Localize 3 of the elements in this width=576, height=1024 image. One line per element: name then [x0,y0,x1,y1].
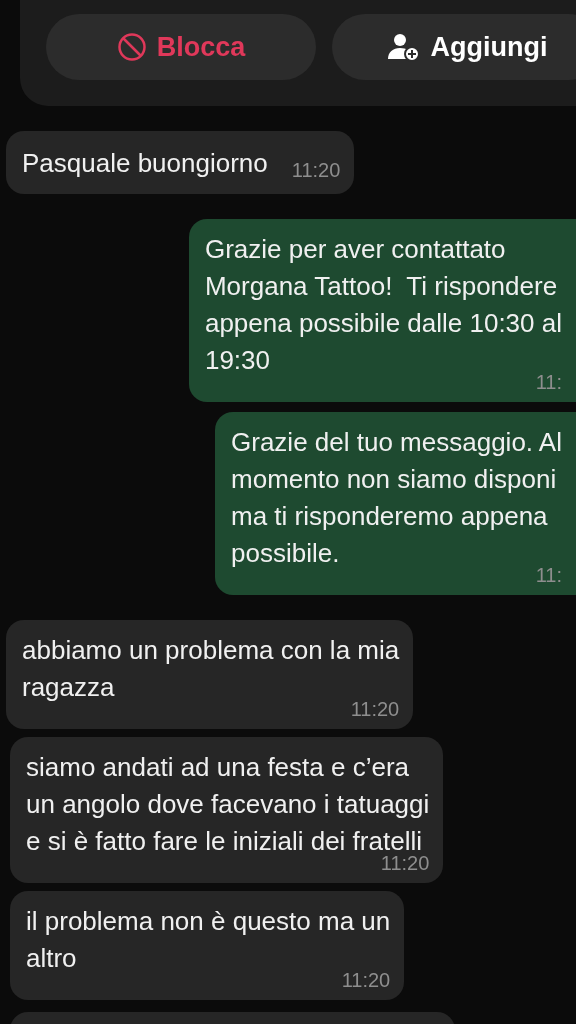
message-time: 11:20 [291,159,341,182]
add-contact-button[interactable]: Aggiungi [332,14,576,80]
message-text: Pasquale buongiorno [22,147,268,180]
